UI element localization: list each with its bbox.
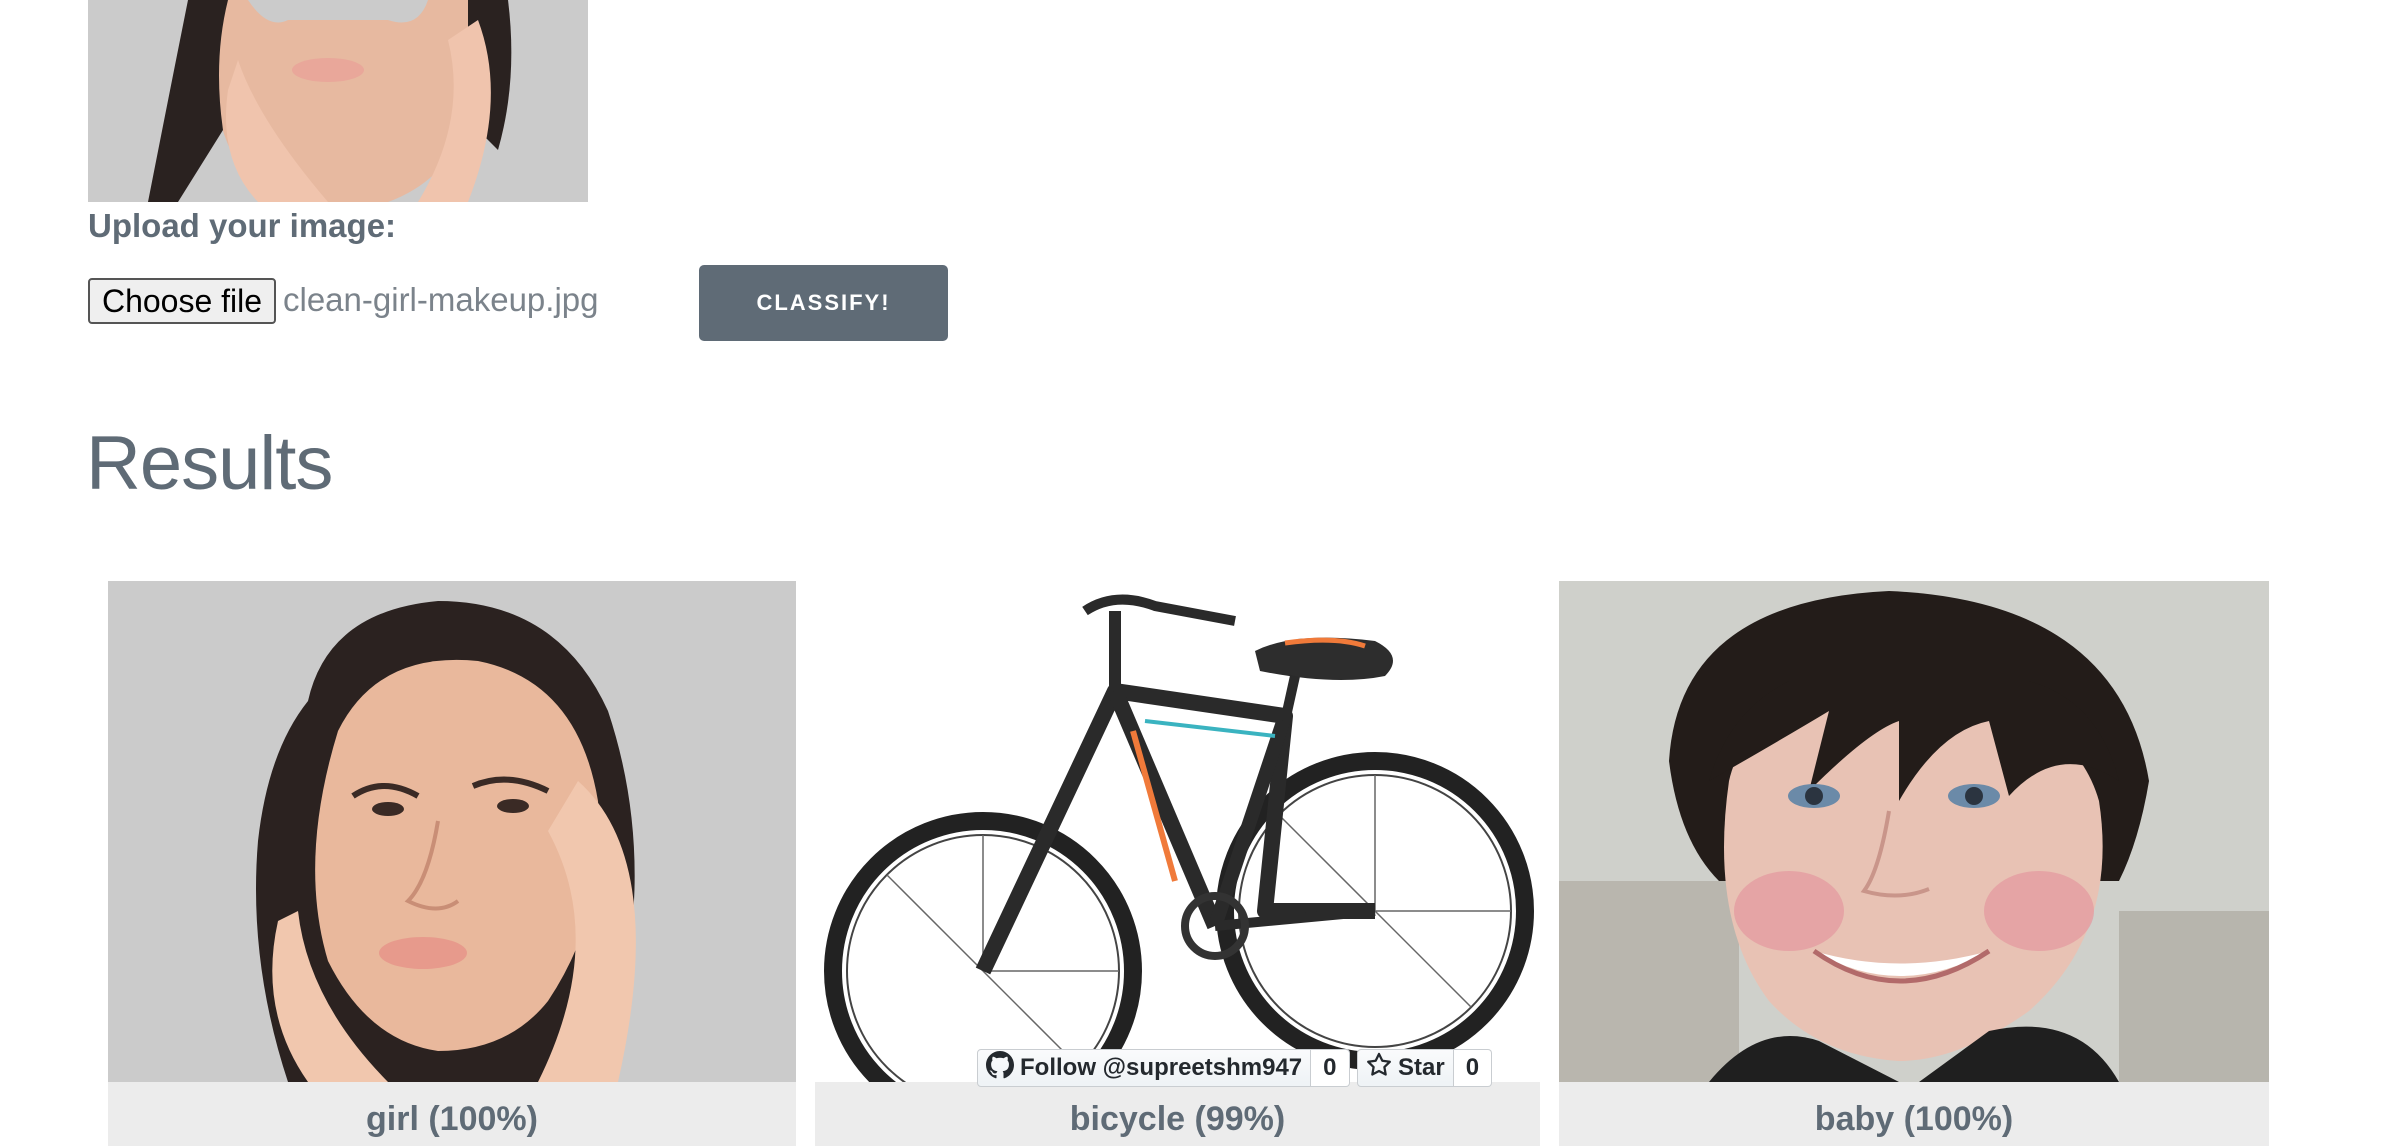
- result-image-girl: [108, 581, 796, 1082]
- github-follow-button[interactable]: Follow @supreetshm947: [977, 1049, 1312, 1087]
- result-card-girl: girl (100%): [108, 581, 796, 1146]
- bicycle-image: [815, 581, 1540, 1082]
- result-caption-bicycle: bicycle (99%): [815, 1082, 1540, 1146]
- github-star-widget: Star 0: [1357, 1049, 1493, 1087]
- result-card-baby: baby (100%): [1559, 581, 2269, 1146]
- classify-button[interactable]: CLASSIFY!: [699, 265, 948, 341]
- result-caption-girl: girl (100%): [108, 1082, 796, 1146]
- star-icon: [1366, 1052, 1392, 1085]
- result-image-bicycle: [815, 581, 1540, 1082]
- github-icon: [986, 1050, 1014, 1086]
- github-icon-svg: [986, 1050, 1014, 1078]
- github-star-label: Star: [1398, 1054, 1445, 1081]
- upload-label: Upload your image:: [88, 207, 397, 244]
- result-caption-baby: baby (100%): [1559, 1082, 2269, 1146]
- github-follow-widget: Follow @supreetshm947 0: [977, 1049, 1350, 1087]
- choose-file-button[interactable]: Choose file: [88, 278, 276, 324]
- baby-photo-image: [1559, 581, 2269, 1082]
- uploaded-image-preview: [88, 0, 588, 202]
- result-image-baby: [1559, 581, 2269, 1082]
- girl-portrait-image: [108, 581, 796, 1082]
- star-icon-svg: [1367, 1052, 1391, 1076]
- github-follow-label: Follow @supreetshm947: [1020, 1054, 1303, 1081]
- preview-portrait-image: [88, 0, 588, 202]
- github-star-button[interactable]: Star: [1357, 1049, 1454, 1087]
- github-follow-count[interactable]: 0: [1311, 1049, 1350, 1087]
- selected-file-name: clean-girl-makeup.jpg: [283, 281, 599, 318]
- page: Upload your image: Choose file clean-gir…: [0, 0, 2394, 1146]
- results-title: Results: [86, 421, 333, 506]
- github-star-count[interactable]: 0: [1453, 1049, 1493, 1087]
